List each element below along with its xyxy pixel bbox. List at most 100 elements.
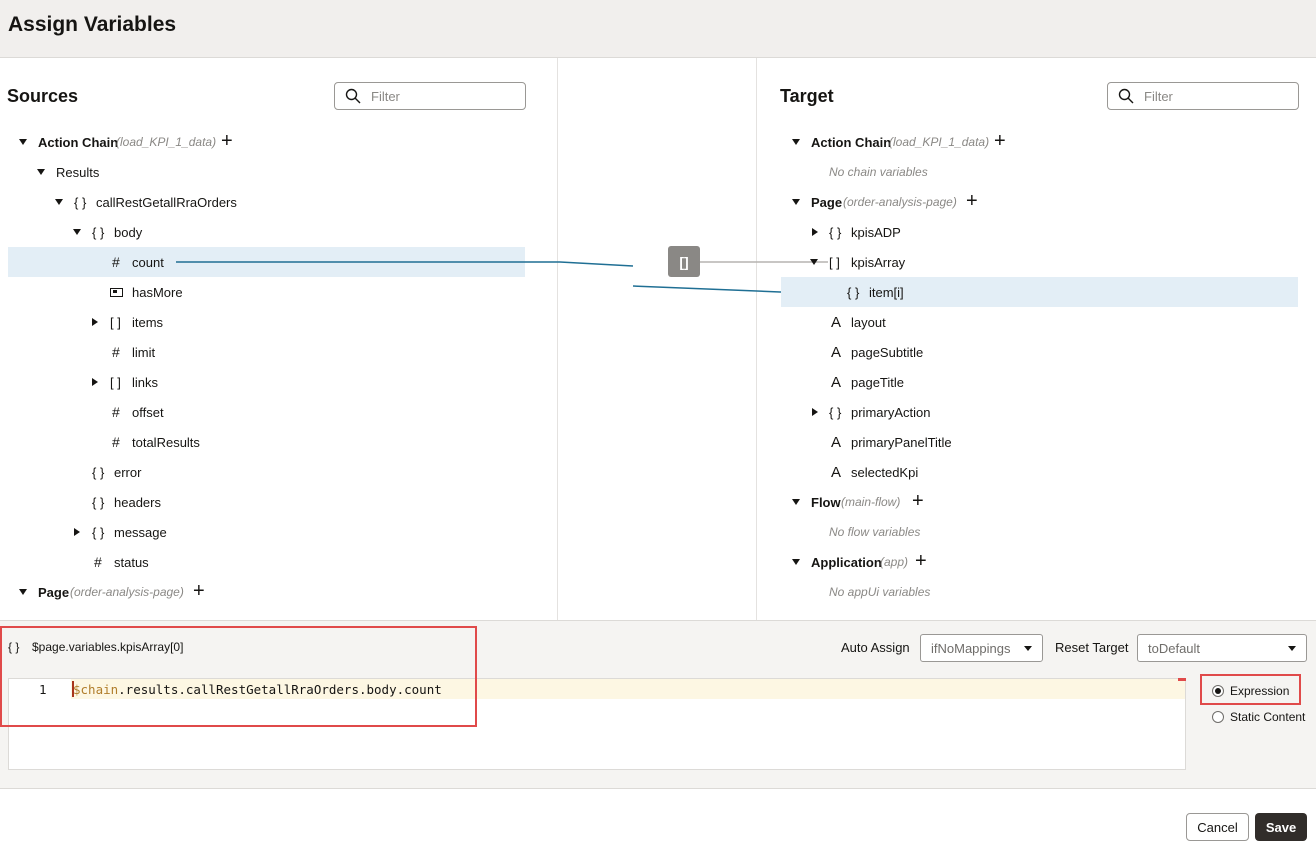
source-hasmore[interactable]: hasMore: [8, 277, 525, 307]
object-icon: { }: [92, 464, 105, 480]
number-icon: #: [94, 554, 102, 570]
source-count[interactable]: # count: [8, 247, 525, 277]
number-icon: #: [112, 344, 120, 360]
string-icon: A: [831, 373, 842, 391]
object-icon: { }: [829, 224, 842, 240]
object-icon: { }: [92, 524, 105, 540]
object-icon: { }: [92, 224, 105, 240]
chevron-down-icon: [1024, 646, 1032, 651]
source-links[interactable]: [ ] links: [8, 367, 525, 397]
collapse-icon[interactable]: [37, 169, 45, 175]
target-application[interactable]: Application (app) +: [781, 547, 1298, 577]
expand-icon[interactable]: [92, 378, 98, 386]
target-no-chain: No chain variables: [829, 165, 928, 179]
target-selectedkpi[interactable]: A selectedKpi: [781, 457, 1298, 487]
add-icon[interactable]: +: [966, 191, 978, 211]
expand-icon[interactable]: [74, 528, 80, 536]
source-totalresults[interactable]: # totalResults: [8, 427, 525, 457]
add-icon[interactable]: +: [193, 581, 205, 601]
object-icon: { }: [92, 494, 105, 510]
annotation-highlight-box: [0, 626, 477, 727]
target-layout[interactable]: A layout: [781, 307, 1298, 337]
target-filter-placeholder: Filter: [1144, 89, 1173, 104]
string-icon: A: [831, 463, 842, 481]
target-no-flow: No flow variables: [829, 525, 921, 539]
add-icon[interactable]: +: [915, 551, 927, 571]
expand-icon[interactable]: [812, 228, 818, 236]
reset-target-label: Reset Target: [1055, 640, 1129, 655]
array-mapper-icon[interactable]: []: [668, 246, 700, 277]
add-icon[interactable]: +: [994, 131, 1006, 151]
array-icon: [ ]: [110, 374, 121, 390]
auto-assign-label: Auto Assign: [841, 640, 910, 655]
target-no-app: No appUi variables: [829, 585, 931, 599]
dialog-title: Assign Variables: [8, 13, 177, 36]
target-item[interactable]: { } item[i]: [781, 277, 1298, 307]
target-primaryaction[interactable]: { } primaryAction: [781, 397, 1298, 427]
source-status[interactable]: # status: [8, 547, 525, 577]
collapse-icon[interactable]: [19, 589, 27, 595]
static-content-radio[interactable]: [1212, 711, 1224, 723]
source-headers[interactable]: { } headers: [8, 487, 525, 517]
source-page[interactable]: Page (order-analysis-page) +: [8, 577, 525, 607]
source-action-chain[interactable]: Action Chain (load_KPI_1_data) +: [8, 127, 525, 157]
object-icon: { }: [829, 404, 842, 420]
number-icon: #: [112, 404, 120, 420]
target-kpisadp[interactable]: { } kpisADP: [781, 217, 1298, 247]
add-icon[interactable]: +: [221, 131, 233, 151]
object-icon: { }: [847, 284, 860, 300]
sources-filter-input[interactable]: Filter: [334, 82, 526, 110]
collapse-icon[interactable]: [810, 259, 818, 265]
source-items[interactable]: [ ] items: [8, 307, 525, 337]
target-primarypaneltitle[interactable]: A primaryPanelTitle: [781, 427, 1298, 457]
collapse-icon[interactable]: [19, 139, 27, 145]
string-icon: A: [831, 343, 842, 361]
chevron-down-icon: [1288, 646, 1296, 651]
cancel-button[interactable]: Cancel: [1186, 813, 1249, 841]
collapse-icon[interactable]: [792, 139, 800, 145]
target-pagesubtitle[interactable]: A pageSubtitle: [781, 337, 1298, 367]
reset-target-select[interactable]: toDefault: [1137, 634, 1307, 662]
source-offset[interactable]: # offset: [8, 397, 525, 427]
target-pagetitle[interactable]: A pageTitle: [781, 367, 1298, 397]
collapse-icon[interactable]: [792, 499, 800, 505]
target-page[interactable]: Page (order-analysis-page) +: [781, 187, 1298, 217]
sources-filter-placeholder: Filter: [371, 89, 400, 104]
collapse-icon[interactable]: [55, 199, 63, 205]
target-action-chain[interactable]: Action Chain (load_KPI_1_data) +: [781, 127, 1298, 157]
boolean-icon: [110, 287, 123, 297]
collapse-icon[interactable]: [792, 559, 800, 565]
search-icon: [345, 88, 361, 104]
sources-divider: [557, 58, 558, 620]
target-kpisarray[interactable]: [ ] kpisArray: [781, 247, 1298, 277]
source-limit[interactable]: # limit: [8, 337, 525, 367]
annotation-highlight-box: [1200, 674, 1301, 705]
source-call-rest[interactable]: { } callRestGetallRraOrders: [8, 187, 525, 217]
collapse-icon[interactable]: [73, 229, 81, 235]
array-icon: [ ]: [110, 314, 121, 330]
target-flow[interactable]: Flow (main-flow) +: [781, 487, 1298, 517]
save-button[interactable]: Save: [1255, 813, 1307, 841]
array-icon: [ ]: [829, 254, 840, 270]
search-icon: [1118, 88, 1134, 104]
string-icon: A: [831, 313, 842, 331]
target-title: Target: [780, 86, 834, 106]
expand-icon[interactable]: [812, 408, 818, 416]
expand-icon[interactable]: [92, 318, 98, 326]
number-icon: #: [112, 254, 120, 270]
add-icon[interactable]: +: [912, 491, 924, 511]
source-body[interactable]: { } body: [8, 217, 525, 247]
dialog-header: Assign Variables: [0, 0, 1316, 58]
source-error[interactable]: { } error: [8, 457, 525, 487]
static-content-radio-label[interactable]: Static Content: [1230, 710, 1305, 724]
target-filter-input[interactable]: Filter: [1107, 82, 1299, 110]
target-divider: [756, 58, 757, 620]
dialog-footer: Cancel Save: [0, 788, 1316, 846]
sources-title: Sources: [7, 86, 79, 106]
editor-marker: [1178, 678, 1186, 681]
auto-assign-select[interactable]: ifNoMappings: [920, 634, 1043, 662]
number-icon: #: [112, 434, 120, 450]
source-message[interactable]: { } message: [8, 517, 525, 547]
source-results[interactable]: Results: [8, 157, 525, 187]
collapse-icon[interactable]: [792, 199, 800, 205]
